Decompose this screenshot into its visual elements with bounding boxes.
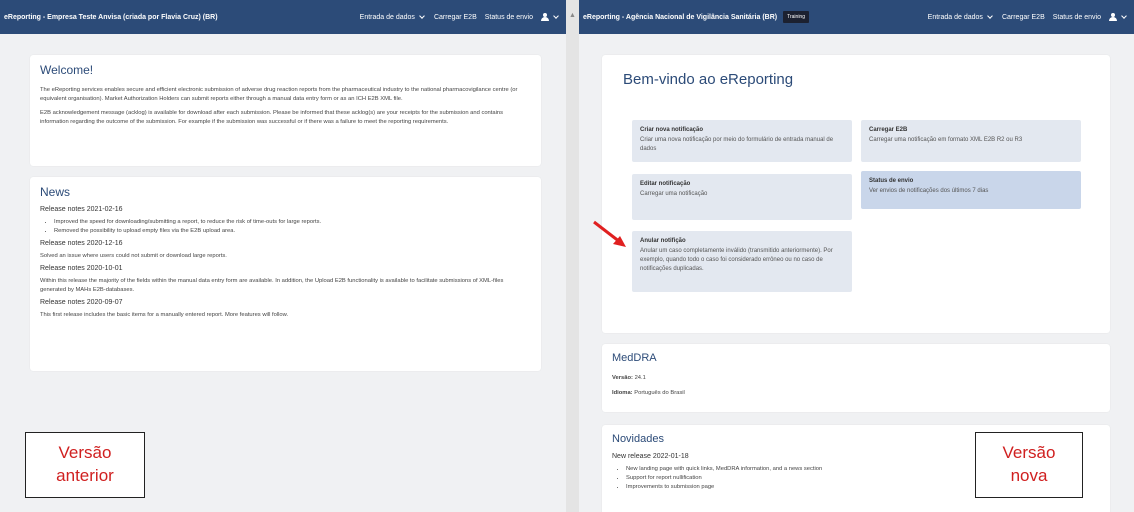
welcome-card: Bem-vindo ao eReporting Criar nova notif…: [602, 55, 1110, 333]
new-version-label: Versão nova: [975, 432, 1083, 498]
nav-data-entry[interactable]: Entrada de dados: [360, 13, 426, 21]
training-badge: Training: [783, 11, 809, 23]
user-icon: [1109, 13, 1117, 21]
user-icon: [541, 13, 549, 21]
old-version-pane: eReporting - Empresa Teste Anvisa (criad…: [0, 0, 566, 512]
app-title[interactable]: eReporting - Empresa Teste Anvisa (criad…: [4, 14, 218, 21]
release-title: Release notes 2021-02-16: [40, 206, 123, 213]
news-heading: News: [40, 185, 71, 199]
welcome-heading: Bem-vindo ao eReporting: [623, 71, 794, 88]
tile-nullify-report[interactable]: Anular notifição Anular um caso completa…: [632, 231, 852, 292]
welcome-heading: Welcome!: [40, 63, 94, 77]
new-version-pane: eReporting - Agência Nacional de Vigilân…: [579, 0, 1134, 512]
meddra-card: MedDRA Versão: 24.1 Idioma: Português do…: [602, 344, 1110, 412]
release-title: Release notes 2020-09-07: [40, 299, 123, 306]
release-title: Release notes 2020-12-16: [40, 240, 123, 247]
nav-submission-status[interactable]: Status de envio: [1053, 14, 1101, 21]
release-text: Solved an issue where users could not su…: [40, 253, 227, 259]
welcome-paragraph: The eReporting services enables secure a…: [40, 87, 518, 102]
tile-submission-status[interactable]: Status de envio Ver envios de notificaçõ…: [861, 171, 1081, 209]
navbar: eReporting - Agência Nacional de Vigilân…: [579, 0, 1134, 34]
old-version-label: Versão anterior: [25, 432, 145, 498]
nav-data-entry[interactable]: Entrada de dados: [928, 13, 994, 21]
user-menu[interactable]: [1109, 13, 1128, 21]
meddra-language: Idioma: Português do Brasil: [612, 390, 685, 396]
release-text: Within this release the majority of the …: [40, 278, 504, 293]
news-card: News Release notes 2021-02-16 Improved t…: [30, 177, 541, 371]
chevron-down-icon: [987, 13, 993, 19]
list-item: Removed the possibility to upload empty …: [54, 227, 531, 236]
release-title: Release notes 2020-10-01: [40, 265, 123, 272]
tile-upload-e2b[interactable]: Carregar E2B Carregar uma notificação em…: [861, 120, 1081, 162]
meddra-version: Versão: 24.1: [612, 375, 646, 381]
chevron-down-icon: [553, 13, 559, 19]
acklog-paragraph: E2B acknowledgement message (acklog) is …: [40, 110, 504, 125]
user-menu[interactable]: [541, 13, 560, 21]
nav-upload-e2b[interactable]: Carregar E2B: [434, 14, 477, 21]
nav-submission-status[interactable]: Status de envio: [485, 14, 533, 21]
release-text: This first release includes the basic it…: [40, 312, 289, 318]
chevron-down-icon: [1121, 13, 1127, 19]
tile-edit-report[interactable]: Editar notificação Carregar uma notifica…: [632, 174, 852, 220]
meddra-heading: MedDRA: [612, 352, 657, 364]
nav-upload-e2b[interactable]: Carregar E2B: [1002, 14, 1045, 21]
scroll-up-icon[interactable]: ▲: [569, 12, 576, 19]
navbar: eReporting - Empresa Teste Anvisa (criad…: [0, 0, 566, 34]
welcome-card: Welcome! The eReporting services enables…: [30, 55, 541, 166]
list-item: Improved the speed for downloading/submi…: [54, 218, 531, 227]
app-title[interactable]: eReporting - Agência Nacional de Vigilân…: [583, 14, 777, 21]
release-list: Improved the speed for downloading/submi…: [54, 218, 531, 236]
tile-create-report[interactable]: Criar nova notificação Criar uma nova no…: [632, 120, 852, 162]
chevron-down-icon: [419, 13, 425, 19]
scrollbar[interactable]: ▲: [566, 0, 579, 512]
red-arrow-icon: [593, 220, 626, 247]
